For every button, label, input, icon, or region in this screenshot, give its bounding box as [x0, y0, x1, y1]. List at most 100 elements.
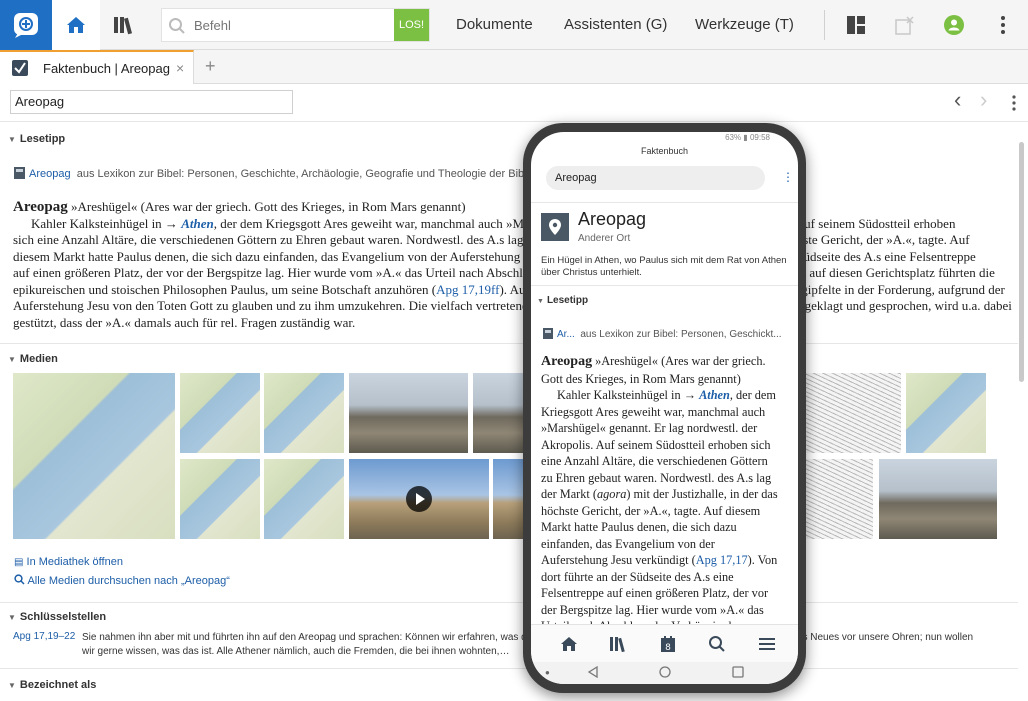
user-button[interactable] [941, 12, 967, 38]
source-link[interactable]: Ar... [557, 329, 575, 340]
menu-assistants[interactable]: Assistenten (G) [564, 16, 667, 33]
section-medien[interactable]: ▼ Medien [8, 353, 58, 365]
section-bezeichnet-als[interactable]: ▼ Bezeichnet als [8, 679, 96, 691]
verse-ref-link[interactable]: Apg 17,19–22 [13, 631, 75, 642]
add-tab-icon[interactable]: + [205, 56, 216, 77]
media-thumb-map[interactable] [264, 373, 344, 453]
article-line: höchste Gericht, der »A.«, tagte. Auf di… [541, 503, 761, 518]
section-title: Schlüsselstellen [19, 611, 107, 623]
collapse-triangle-icon: ▼ [8, 681, 16, 690]
athen-link[interactable]: Athen [181, 216, 214, 231]
phone-article: Areopag »Areshügel« (Ares war der griech… [541, 353, 791, 635]
phone-entry-card: Areopag Anderer Ort Ein Hügel in Athen, … [531, 202, 798, 286]
close-panel-button[interactable] [892, 12, 918, 38]
article-line: ). Von [747, 553, 778, 567]
more-button[interactable] [990, 12, 1016, 38]
open-library-link[interactable]: ▤ In Mediathek öffnen [14, 556, 123, 568]
tab-strip: Faktenbuch | Areopag × + [0, 50, 1028, 84]
phone-entry-name: Areopag [578, 209, 647, 229]
phone-source: Ar... aus Lexikon zur Bibel: Personen, G… [543, 328, 793, 340]
media-thumb-photo[interactable] [473, 373, 523, 453]
library-button[interactable] [100, 0, 148, 50]
top-toolbar: LOS! Dokumente Assistenten (G) Werkzeuge… [0, 0, 1028, 50]
panel-menu-icon[interactable] [1011, 95, 1017, 111]
lesetipp-source: Areopag aus Lexikon zur Bibel: Personen,… [14, 167, 533, 180]
media-thumb-video[interactable] [349, 459, 489, 539]
menu-documents[interactable]: Dokumente [456, 16, 533, 33]
section-lesetipp[interactable]: ▼ Lesetipp [8, 133, 65, 145]
article-line: gestützt, dass der »A.« damals auch für … [13, 314, 356, 330]
article-line: epikureischen und stoischen Philosophen … [13, 281, 437, 297]
section-title: Lesetipp [546, 295, 589, 306]
verse-link[interactable]: Apg 17,19ff [436, 282, 499, 297]
media-thumb-photo[interactable] [879, 459, 997, 539]
home-circle-icon[interactable] [659, 666, 671, 678]
library-icon [114, 17, 133, 35]
play-icon[interactable] [406, 486, 432, 512]
dot-icon: ● [545, 668, 550, 677]
command-input[interactable] [194, 9, 394, 41]
more-vertical-icon [1001, 16, 1005, 34]
article-line: Auferstehung Jesu verkündigt ( [541, 553, 696, 567]
article-line: sich eine Anzahl Altäre, die verschieden… [13, 232, 970, 247]
phone-home-button[interactable] [559, 634, 579, 654]
home-button[interactable] [52, 0, 100, 50]
verse-link[interactable]: Apg 17,17 [696, 553, 748, 567]
home-icon [561, 637, 577, 651]
menu-tools[interactable]: Werkzeuge (T) [695, 16, 794, 33]
back-icon[interactable]: ‹ [954, 87, 961, 113]
article-line: einfanden, das Evangelium von der [541, 536, 715, 551]
article-line: »Marshügel« genannt. Er lag nordwestl. d… [541, 421, 758, 435]
forward-icon[interactable]: › [980, 87, 987, 113]
phone-section-lesetipp[interactable]: ▼ Lesetipp [537, 295, 588, 306]
tab-close-icon[interactable]: × [176, 60, 184, 76]
athen-link[interactable]: Athen [699, 388, 730, 402]
divider [0, 602, 1018, 603]
go-button[interactable]: LOS! [394, 9, 429, 41]
article-italic: agora [597, 487, 627, 501]
article-line: der Markt ( [541, 487, 597, 501]
calendar-day-label: 8 [665, 643, 671, 653]
media-thumb-sketch[interactable] [806, 459, 873, 539]
media-thumb-photo[interactable] [349, 373, 468, 453]
gallery-icon: ▤ [14, 557, 24, 568]
phone-library-button[interactable] [608, 634, 628, 654]
phone-status-bar: 63% ▮ 09:58 [725, 133, 770, 142]
layout-button[interactable] [843, 12, 869, 38]
phone-system-nav: ● [531, 662, 798, 684]
phone-search-button[interactable] [707, 634, 727, 654]
media-thumb-map[interactable] [180, 373, 260, 453]
phone-more-icon[interactable]: ⋮ [782, 170, 794, 184]
recents-square-icon[interactable] [732, 666, 744, 678]
media-thumb-map[interactable] [13, 373, 175, 539]
article-line: zu Ehren gebaut waren. Nordwestl. des A.… [541, 470, 772, 485]
toolbar-separator [824, 10, 825, 40]
scrollbar[interactable] [1019, 142, 1024, 382]
tab-label: Faktenbuch | Areopag [43, 61, 170, 76]
source-link[interactable]: Areopag [29, 168, 71, 180]
section-schluesselstellen[interactable]: ▼ Schlüsselstellen [8, 611, 106, 623]
address-input[interactable]: Areopag [10, 90, 293, 114]
phone-reading-plan-button[interactable]: 8 [658, 634, 678, 654]
search-media-link[interactable]: Alle Medien durchsuchen nach „Areopag“ [14, 574, 230, 587]
back-triangle-icon[interactable] [587, 666, 599, 678]
collapse-triangle-icon: ▼ [8, 135, 16, 144]
search-icon [169, 18, 185, 34]
media-thumb-photo[interactable] [493, 459, 523, 539]
section-title: Bezeichnet als [19, 679, 97, 691]
collapse-triangle-icon: ▼ [8, 355, 16, 364]
link-text: Alle Medien durchsuchen nach „Areopag“ [27, 575, 230, 587]
phone-menu-button[interactable] [757, 634, 777, 654]
media-thumb-map[interactable] [180, 459, 260, 539]
phone-title: Faktenbuch [640, 146, 689, 156]
tab-faktenbuch[interactable]: Faktenbuch | Areopag × [0, 50, 194, 84]
section-title: Lesetipp [19, 133, 66, 145]
logo-button[interactable] [0, 0, 52, 50]
calendar-icon: 8 [661, 635, 675, 653]
article-line: , der dem [729, 388, 776, 402]
article-line: »Areshügel« (Ares war der griech. [595, 354, 766, 368]
media-thumb-map[interactable] [906, 373, 986, 453]
media-thumb-map[interactable] [264, 459, 344, 539]
phone-search-input[interactable]: Areopag [546, 166, 765, 190]
media-thumb-sketch[interactable] [806, 373, 901, 453]
